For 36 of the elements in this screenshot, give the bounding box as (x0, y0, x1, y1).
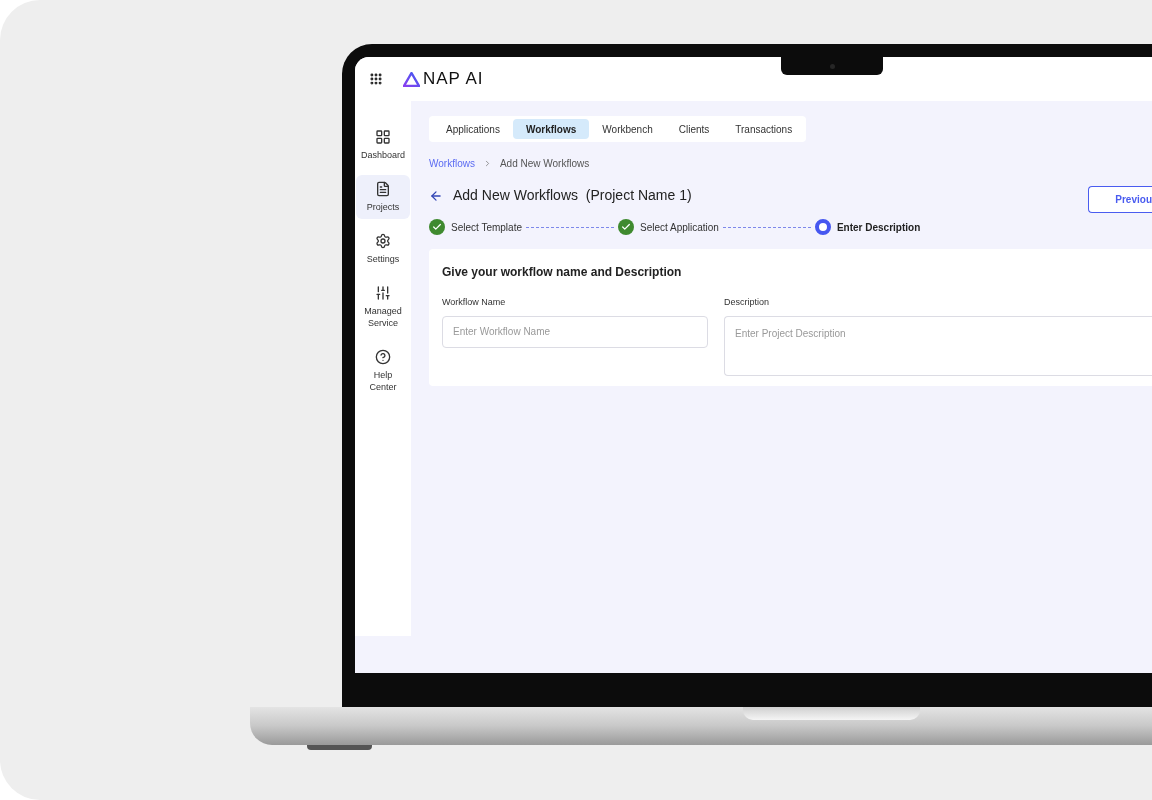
sidebar-label: Settings (365, 253, 401, 265)
tab[interactable]: Clients (665, 119, 723, 139)
document-icon (375, 181, 391, 197)
tab[interactable]: Transactions (722, 119, 806, 139)
page-title: Add New Workflows (Project Name 1) (453, 186, 692, 205)
tab[interactable]: Workbench (589, 119, 666, 139)
tab[interactable]: Applications (433, 119, 513, 139)
breadcrumb-link[interactable]: Workflows (429, 156, 475, 171)
sidebar-item[interactable]: Help Center (356, 343, 410, 399)
sidebar-label: Help Center (368, 369, 398, 393)
sidebar-item[interactable]: Dashboard (356, 123, 410, 167)
sliders-icon (375, 285, 391, 301)
previous-button[interactable]: Previou (1088, 186, 1152, 213)
apps-grid-icon[interactable] (369, 72, 383, 86)
step-label: Enter Description (836, 220, 921, 235)
step-label: Select Application (639, 220, 719, 235)
sidebar-label: Dashboard (360, 149, 406, 161)
sidebar-label: Projects (365, 201, 401, 213)
breadcrumb-current: Add New Workflows (499, 157, 590, 171)
camera-icon (829, 63, 835, 69)
field-label: Workflow Name (442, 296, 507, 309)
step-label: Select Template (451, 220, 522, 235)
sidebar-item[interactable]: Managed Service (356, 279, 410, 335)
sidebar-item[interactable]: Projects (356, 175, 410, 219)
sidebar-label: Managed Service (363, 305, 403, 329)
tab[interactable]: Workflows (512, 119, 590, 139)
description-field[interactable]: Enter Project Description (724, 315, 1152, 376)
sidebar-item[interactable]: Settings (356, 227, 410, 271)
help-icon (375, 349, 391, 365)
logo-text: NAP AI (423, 68, 484, 91)
form-title: Give your workflow name and Description (442, 264, 683, 281)
logo-icon (403, 71, 420, 87)
dashboard-icon (375, 129, 391, 145)
name-field[interactable]: Enter Workflow Name (442, 315, 708, 348)
settings-icon (375, 233, 391, 249)
field-label: Description (724, 296, 771, 309)
